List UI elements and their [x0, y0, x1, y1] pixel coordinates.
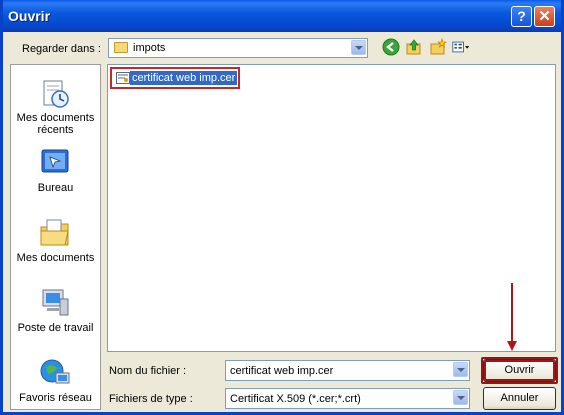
filename-value: certificat web imp.cer [230, 365, 334, 377]
file-name: certificat web imp.cer [130, 71, 238, 85]
annotation-arrow-icon [507, 283, 517, 351]
filetype-value: Certificat X.509 (*.cer;*.crt) [230, 393, 361, 405]
open-button[interactable]: Ouvrir [483, 359, 556, 382]
place-label: Mes documents récents [16, 112, 95, 136]
chevron-down-icon[interactable] [351, 40, 366, 55]
filetype-label: Fichiers de type : [109, 393, 193, 405]
close-button[interactable]: ✕ [534, 6, 555, 27]
filename-label: Nom du fichier : [109, 365, 187, 377]
back-icon[interactable] [382, 38, 400, 56]
file-list[interactable]: certificat web imp.cer [107, 64, 556, 352]
filename-input[interactable]: certificat web imp.cer [225, 360, 470, 381]
desktop-icon [41, 149, 69, 173]
place-label: Mes documents [16, 252, 95, 264]
file-item[interactable]: certificat web imp.cer [110, 67, 240, 89]
chevron-down-icon[interactable] [453, 362, 468, 377]
my-computer-icon [42, 289, 69, 316]
new-folder-icon[interactable] [429, 38, 447, 56]
views-menu-icon[interactable] [452, 38, 470, 56]
cancel-button[interactable]: Annuler [483, 387, 556, 410]
chevron-down-icon[interactable] [453, 390, 468, 405]
network-places-icon [40, 359, 70, 384]
look-in-label: Regarder dans : [22, 43, 101, 55]
look-in-value: impots [133, 42, 166, 54]
look-in-dropdown[interactable]: impots [108, 38, 368, 58]
recent-documents-icon [43, 80, 69, 108]
certificate-file-icon [116, 72, 130, 84]
my-documents-icon [40, 219, 69, 246]
place-label: Favoris réseau [19, 392, 92, 404]
help-button[interactable]: ? [511, 6, 532, 27]
filetype-dropdown[interactable]: Certificat X.509 (*.cer;*.crt) [225, 388, 470, 409]
places-bar: Mes documents récents Bureau Mes documen… [10, 64, 101, 410]
up-folder-icon[interactable] [405, 38, 423, 56]
open-dialog: Ouvrir ? ✕ Regarder dans : impots Mes do… [0, 0, 564, 415]
window-title: Ouvrir [8, 8, 51, 24]
place-label: Poste de travail [17, 322, 94, 334]
title-bar[interactable]: Ouvrir ? ✕ [3, 0, 561, 32]
place-label: Bureau [37, 182, 74, 194]
folder-icon [114, 42, 128, 53]
